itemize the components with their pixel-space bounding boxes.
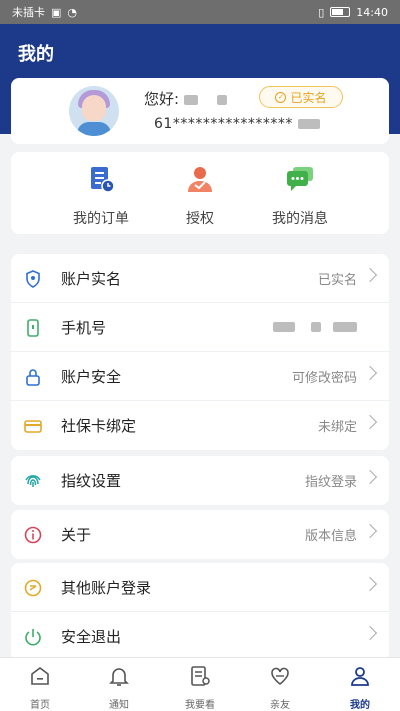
fingerprint-icon [25, 475, 41, 487]
row-label: 账户实名 [61, 269, 122, 288]
carrier-text: 未插卡 [12, 6, 45, 19]
verified-text: 已实名 [290, 90, 327, 105]
masked-phone-tail [297, 119, 320, 129]
tab-home[interactable]: 首页 [10, 664, 70, 711]
tab-label: 我要看 [185, 700, 215, 711]
fingerprint-group: 指纹设置 指纹登录 [11, 456, 389, 505]
info-icon [24, 526, 42, 544]
row-fingerprint[interactable]: 指纹设置 指纹登录 [11, 456, 389, 505]
quick-action-orders[interactable]: 我的订单 [51, 164, 151, 228]
avatar[interactable] [69, 86, 119, 136]
switch-account-icon [24, 579, 42, 597]
tab-family[interactable]: 亲友 [250, 664, 310, 711]
masked-name [183, 94, 198, 105]
chevron-right-icon [362, 625, 378, 641]
quick-action-label: 我的订单 [73, 211, 129, 227]
row-account-security[interactable]: 账户安全 可修改密码 [11, 352, 389, 401]
row-label: 关于 [61, 526, 92, 544]
row-label: 其他账户登录 [61, 578, 152, 597]
tab-view[interactable]: 我要看 [170, 664, 230, 711]
row-value: 可修改密码 [291, 370, 357, 386]
row-value: 指纹登录 [304, 475, 357, 490]
row-value: 版本信息 [304, 529, 357, 544]
sim-icon: ▣ [51, 5, 62, 19]
row-phone[interactable]: 手机号 [11, 303, 389, 352]
tab-label: 首页 [30, 700, 50, 711]
quick-action-authorize[interactable]: 授权 [150, 164, 250, 228]
wifi-icon: ◔ [67, 5, 78, 19]
chevron-right-icon [362, 469, 378, 485]
verified-icon: ✓ [275, 91, 287, 103]
row-logout[interactable]: 安全退出 [11, 612, 389, 661]
masked-phone-value [272, 320, 357, 335]
tab-label: 我的 [350, 700, 370, 711]
lock-icon [26, 369, 40, 386]
bell-icon [109, 668, 129, 686]
quick-action-messages[interactable]: 我的消息 [250, 164, 350, 228]
row-label: 指纹设置 [61, 472, 122, 490]
masked-name-2 [216, 94, 227, 105]
about-group: 关于 版本信息 [11, 510, 389, 559]
row-label: 安全退出 [61, 628, 122, 646]
chevron-right-icon [362, 523, 378, 539]
row-account-verify[interactable]: 账户实名 已实名 [11, 254, 389, 303]
row-other-login[interactable]: 其他账户登录 [11, 563, 389, 612]
quick-actions-card: 我的订单 授权 我的消息 [11, 152, 389, 234]
row-about[interactable]: 关于 版本信息 [11, 510, 389, 559]
chevron-right-icon [362, 267, 378, 283]
row-social-card[interactable]: 社保卡绑定 未绑定 [11, 401, 389, 450]
account-settings-group: 账户实名 已实名 手机号 账户安全 可修改密码 社保卡绑定 未绑定 [11, 254, 389, 450]
order-icon [91, 167, 115, 193]
row-label: 账户安全 [61, 367, 122, 386]
shield-icon [26, 270, 40, 288]
profile-card[interactable]: 您好: ✓ 已实名 61**************** [11, 78, 389, 144]
profile-icon [351, 667, 369, 686]
card-icon [24, 420, 42, 433]
quick-action-label: 我的消息 [272, 211, 328, 227]
authorize-icon [188, 167, 212, 192]
greeting-line: 您好: [144, 88, 227, 109]
power-icon [25, 629, 41, 646]
tab-profile[interactable]: 我的 [330, 664, 390, 711]
masked-phone-line: 61**************** [154, 116, 320, 132]
tab-notifications[interactable]: 通知 [89, 664, 149, 711]
row-label: 手机号 [61, 318, 107, 337]
status-bar: 未插卡 ▣ ◔ ▯ 14:40 [0, 0, 400, 24]
family-icon [271, 667, 289, 686]
row-value: 已实名 [317, 272, 357, 288]
chevron-right-icon [362, 414, 378, 430]
tab-label: 通知 [109, 700, 129, 711]
login-group: 其他账户登录 安全退出 [11, 563, 389, 661]
message-icon [287, 167, 313, 191]
row-label: 社保卡绑定 [61, 417, 137, 435]
page-title: 我的 [18, 44, 54, 65]
chevron-right-icon [362, 365, 378, 381]
home-icon [31, 667, 49, 685]
bottom-tab-bar: 首页 通知 我要看 亲友 我的 [0, 657, 400, 711]
view-icon [191, 666, 210, 686]
row-value: 未绑定 [317, 420, 357, 435]
clock-text: 14:40 [356, 5, 388, 19]
vibrate-icon: ▯ [318, 5, 325, 19]
verified-badge: ✓ 已实名 [259, 86, 343, 108]
phone-icon [27, 319, 39, 337]
masked-phone: 61**************** [154, 116, 293, 132]
chevron-right-icon [362, 576, 378, 592]
tab-label: 亲友 [270, 700, 290, 711]
quick-action-label: 授权 [186, 211, 214, 227]
battery-icon [330, 7, 351, 17]
greeting-text: 您好: [144, 90, 180, 108]
